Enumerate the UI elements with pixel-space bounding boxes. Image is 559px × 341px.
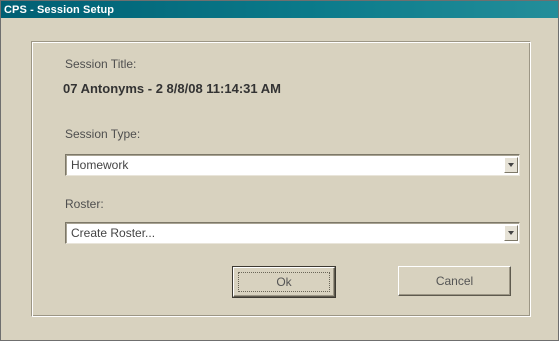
ok-button[interactable]: Ok [232,266,336,298]
roster-dropdown-button[interactable] [504,225,518,241]
window-title: CPS - Session Setup [4,3,115,16]
roster-dropdown[interactable]: Create Roster... [65,222,520,244]
cancel-button[interactable]: Cancel [398,266,511,296]
chevron-down-icon [508,231,514,235]
session-type-selected: Homework [71,158,129,172]
session-type-dropdown-button[interactable] [504,157,518,173]
session-type-label: Session Type: [65,127,141,141]
roster-selected: Create Roster... [71,226,156,240]
session-type-dropdown[interactable]: Homework [65,154,520,176]
focus-rectangle [238,272,330,292]
chevron-down-icon [508,163,514,167]
session-title-label: Session Title: [65,57,137,71]
title-bar[interactable]: CPS - Session Setup [1,1,558,18]
session-title-value: 07 Antonyms - 2 8/8/08 11:14:31 AM [63,81,281,96]
roster-label: Roster: [65,197,104,211]
session-setup-dialog: CPS - Session Setup Session Title: 07 An… [0,0,559,341]
cancel-button-label: Cancel [435,274,474,288]
